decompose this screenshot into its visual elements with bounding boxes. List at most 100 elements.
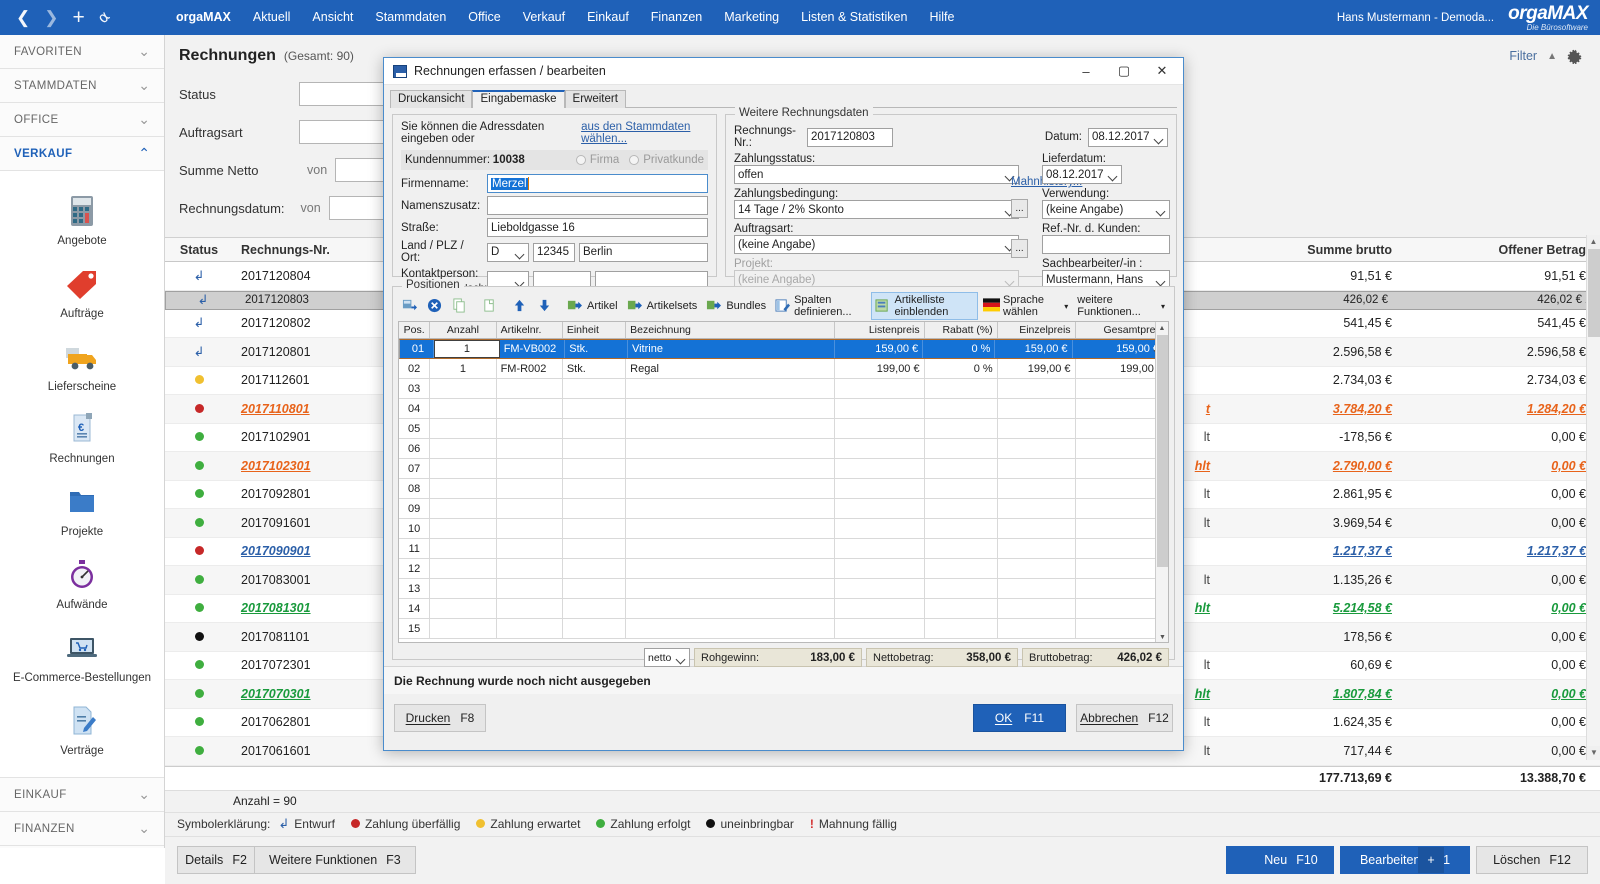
minimize-icon[interactable]: – <box>1067 58 1105 84</box>
positions-cell[interactable] <box>497 579 563 598</box>
positions-column-header[interactable]: Pos. <box>399 322 431 338</box>
positions-column-header[interactable]: Listenpreis <box>835 322 925 338</box>
positions-cell[interactable]: 02 <box>399 359 431 378</box>
positions-cell[interactable]: 13 <box>399 579 431 598</box>
zahlungsbedingung-dots-button[interactable]: ... <box>1011 199 1028 218</box>
positions-toolbar-add-row[interactable] <box>398 296 422 316</box>
sidebar-item-vertr-ge[interactable]: Verträge <box>0 695 164 768</box>
drucken-button[interactable]: Drucken F8 <box>394 704 486 732</box>
positions-row[interactable]: 10 <box>399 519 1168 539</box>
positions-cell[interactable] <box>497 419 563 438</box>
positions-cell[interactable] <box>430 519 497 538</box>
menu-item-hilfe[interactable]: Hilfe <box>918 0 965 35</box>
positions-toolbar-copy[interactable] <box>448 296 472 316</box>
positions-cell[interactable] <box>497 439 563 458</box>
menu-item-orgamax[interactable]: orgaMAX <box>165 0 242 35</box>
positions-cell[interactable] <box>563 599 627 618</box>
radio-firma[interactable]: Firma <box>575 154 619 166</box>
positions-row[interactable]: 08 <box>399 479 1168 499</box>
positions-scroll-thumb[interactable] <box>1157 335 1168 567</box>
positions-cell[interactable] <box>430 419 497 438</box>
positions-scroll-down-icon[interactable]: ▼ <box>1156 631 1168 642</box>
positions-cell[interactable] <box>925 499 998 518</box>
positions-cell[interactable] <box>563 499 627 518</box>
positions-cell[interactable] <box>497 619 563 638</box>
positions-cell[interactable] <box>925 459 998 478</box>
positions-cell[interactable] <box>626 459 836 478</box>
sidebar-group-office[interactable]: OFFICE ⌄ <box>0 103 164 137</box>
sidebar-item-e-commerce-bestellungen[interactable]: E-Commerce-Bestellungen <box>0 622 164 695</box>
positions-cell[interactable] <box>998 479 1076 498</box>
positions-cell[interactable] <box>430 539 497 558</box>
positions-cell[interactable] <box>835 599 925 618</box>
close-icon[interactable]: ✕ <box>1143 58 1181 84</box>
positions-cell[interactable] <box>563 619 627 638</box>
positions-row[interactable]: 15 <box>399 619 1168 639</box>
positions-cell[interactable] <box>430 579 497 598</box>
plus-icon[interactable]: + <box>1418 847 1444 873</box>
sidebar-item-angebote[interactable]: Angebote <box>0 185 164 258</box>
positions-cell[interactable]: 15 <box>399 619 431 638</box>
column-header-rechnungsnr[interactable]: Rechnungs-Nr. <box>233 243 408 257</box>
sidebar-group-einkauf[interactable]: EINKAUF ⌄ <box>0 778 164 813</box>
positions-cell[interactable]: FM-R002 <box>497 359 563 378</box>
auftragsart-dots-button[interactable]: ... <box>1011 239 1028 258</box>
positions-cell[interactable] <box>998 419 1076 438</box>
positions-toolbar-move-down[interactable] <box>533 296 557 316</box>
positions-row[interactable]: 14 <box>399 599 1168 619</box>
positions-cell[interactable] <box>835 579 925 598</box>
positions-cell[interactable] <box>497 379 563 398</box>
positions-row[interactable]: 04 <box>399 399 1168 419</box>
positions-cell[interactable] <box>925 399 998 418</box>
refnr-input[interactable] <box>1042 235 1170 254</box>
positions-scroll-up-icon[interactable]: ▲ <box>1156 322 1168 335</box>
positions-cell[interactable] <box>563 459 627 478</box>
positions-cell[interactable]: 0 % <box>923 340 996 358</box>
positions-column-header[interactable]: Einheit <box>563 322 627 338</box>
positions-cell[interactable]: Regal <box>626 359 836 378</box>
positions-row[interactable]: 02 1 FM-R002 Stk. Regal 199,00 €0 % 199,00 €19… <box>399 359 1168 379</box>
menu-item-aktuell[interactable]: Aktuell <box>242 0 302 35</box>
menu-item-finanzen[interactable]: Finanzen <box>640 0 713 35</box>
positions-cell[interactable] <box>563 519 627 538</box>
positions-cell[interactable] <box>563 539 627 558</box>
sidebar-group-favoriten[interactable]: FAVORITEN ⌄ <box>0 35 164 69</box>
column-header-summe-brutto[interactable]: Summe brutto <box>1210 243 1410 257</box>
positions-column-header[interactable]: Artikelnr. <box>497 322 563 338</box>
positions-toolbar-move-up[interactable] <box>508 296 532 316</box>
loeschen-button[interactable]: Löschen F12 <box>1476 846 1588 874</box>
lieferdatum-select[interactable]: 08.12.2017 <box>1042 165 1122 184</box>
positions-cell[interactable] <box>835 379 925 398</box>
sidebar-group-finanzen[interactable]: FINANZEN ⌄ <box>0 812 164 847</box>
positions-toolbar-bundles[interactable]: Bundles <box>702 296 770 316</box>
namenszusatz-input[interactable] <box>487 196 708 215</box>
chevron-down-icon[interactable]: ▾ <box>1161 302 1165 311</box>
positions-cell[interactable] <box>497 539 563 558</box>
positions-cell[interactable] <box>430 379 497 398</box>
positions-cell[interactable] <box>835 499 925 518</box>
positions-cell[interactable] <box>626 539 836 558</box>
positions-cell[interactable]: 0 % <box>925 359 998 378</box>
stammdaten-link[interactable]: aus den Stammdaten wählen... <box>581 121 708 145</box>
positions-cell[interactable]: 199,00 € <box>835 359 925 378</box>
positions-cell[interactable]: Stk. <box>565 340 628 358</box>
scroll-up-icon[interactable]: ▲ <box>1587 235 1600 249</box>
positions-cell[interactable] <box>998 519 1076 538</box>
positions-toolbar-spalten-definieren[interactable]: Spalten definieren... <box>771 292 870 320</box>
summary-mode-select[interactable]: netto <box>644 648 690 667</box>
positions-cell[interactable] <box>563 419 627 438</box>
positions-column-header[interactable]: Einzelpreis <box>998 322 1076 338</box>
positions-cell[interactable] <box>835 399 925 418</box>
sidebar-item-auftr-ge[interactable]: Aufträge <box>0 258 164 331</box>
positions-cell[interactable] <box>626 619 836 638</box>
positions-cell[interactable] <box>835 619 925 638</box>
land-select[interactable]: D <box>487 242 529 262</box>
positions-cell[interactable]: 04 <box>399 399 431 418</box>
gear-icon[interactable] <box>1567 49 1582 64</box>
positions-column-header[interactable]: Bezeichnung <box>626 322 836 338</box>
positions-cell[interactable] <box>998 559 1076 578</box>
positions-cell[interactable] <box>563 399 627 418</box>
positions-cell[interactable] <box>563 439 627 458</box>
positions-cell[interactable] <box>626 499 836 518</box>
positions-cell[interactable] <box>430 619 497 638</box>
